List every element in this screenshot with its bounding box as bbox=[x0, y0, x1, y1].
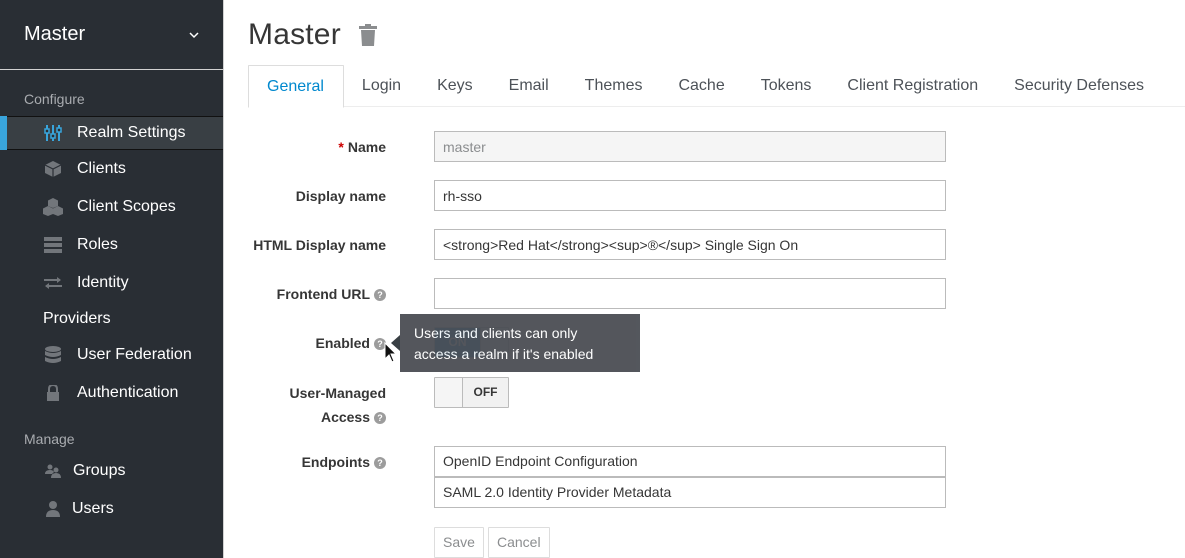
form-row-endpoints: Endpoints? bbox=[248, 446, 386, 477]
help-icon[interactable]: ? bbox=[374, 456, 386, 469]
endpoints-label: Endpoints? bbox=[248, 450, 386, 474]
tab-client-registration[interactable]: Client Registration bbox=[829, 65, 996, 107]
sidebar-item-user-federation[interactable]: User Federation bbox=[0, 336, 223, 374]
display-name-label: Display name bbox=[295, 187, 386, 204]
form-row-enabled: Enabled? bbox=[248, 327, 386, 358]
tab-tokens[interactable]: Tokens bbox=[743, 65, 830, 107]
openid-endpoint-link[interactable]: OpenID Endpoint Configuration bbox=[434, 446, 946, 477]
display-name-field[interactable] bbox=[434, 180, 946, 211]
name-field[interactable] bbox=[434, 131, 946, 162]
endpoints-label-text: Endpoints bbox=[301, 453, 370, 470]
uma-label-line1: User-Managed bbox=[289, 385, 386, 401]
save-button[interactable]: Save bbox=[434, 527, 484, 558]
form-row-html-display-name: HTML Display name bbox=[248, 229, 386, 260]
tab-security-defenses[interactable]: Security Defenses bbox=[996, 65, 1162, 107]
tab-login[interactable]: Login bbox=[344, 65, 419, 107]
sidebar-item-label: Identity bbox=[77, 274, 129, 291]
users-icon bbox=[43, 463, 63, 479]
sidebar-item-authentication[interactable]: Authentication bbox=[0, 374, 223, 412]
tab-cache[interactable]: Cache bbox=[660, 65, 742, 107]
sidebar-item-label: Providers bbox=[43, 310, 111, 327]
sliders-icon bbox=[43, 125, 63, 141]
tooltip-line-1: Users and clients can only bbox=[414, 325, 578, 341]
help-icon[interactable]: ? bbox=[374, 412, 386, 425]
cube-icon bbox=[43, 161, 63, 177]
sidebar-item-client-scopes[interactable]: Client Scopes bbox=[0, 188, 223, 226]
frontend-url-label-text: Frontend URL bbox=[276, 285, 370, 302]
sidebar-item-label: Realm Settings bbox=[77, 124, 186, 141]
sidebar-item-identity-providers[interactable]: Identity bbox=[0, 264, 223, 302]
sidebar-item-label: Client Scopes bbox=[77, 198, 176, 215]
realm-name: Master bbox=[24, 23, 86, 45]
delete-realm-button[interactable] bbox=[358, 23, 379, 47]
user-managed-access-label: User-Managed Access? bbox=[248, 381, 386, 429]
exchange-icon bbox=[43, 275, 63, 291]
sidebar-item-users[interactable]: Users bbox=[0, 490, 223, 528]
toggle-knob bbox=[435, 378, 463, 407]
realm-tabs: General Login Keys Email Themes Cache To… bbox=[248, 65, 1185, 108]
cubes-icon bbox=[43, 198, 63, 216]
section-title-configure: Configure bbox=[24, 91, 85, 107]
sidebar-item-identity-providers-line2[interactable]: Providers bbox=[0, 302, 223, 336]
frontend-url-label: Frontend URL? bbox=[248, 282, 386, 306]
mouse-cursor-icon bbox=[384, 342, 398, 363]
manage-nav: Groups Users bbox=[0, 452, 223, 528]
user-managed-access-toggle[interactable]: OFF bbox=[434, 377, 509, 408]
tab-general[interactable]: General bbox=[248, 65, 344, 108]
sidebar-item-groups[interactable]: Groups bbox=[0, 452, 223, 490]
tooltip-line-2: access a realm if it's enabled bbox=[414, 346, 594, 362]
database-icon bbox=[43, 346, 63, 363]
sidebar: Master Configure Realm Settings Clients … bbox=[0, 0, 223, 558]
html-display-name-field[interactable] bbox=[434, 229, 946, 260]
sidebar-item-label: User Federation bbox=[77, 346, 192, 363]
tab-keys[interactable]: Keys bbox=[419, 65, 491, 107]
html-display-name-label: HTML Display name bbox=[253, 236, 386, 253]
frontend-url-field[interactable] bbox=[434, 278, 946, 309]
name-label: * Name bbox=[248, 135, 386, 159]
form-row-user-managed-access: User-Managed Access? bbox=[248, 381, 386, 429]
enabled-label: Enabled? bbox=[248, 331, 386, 355]
user-icon bbox=[43, 501, 63, 517]
sidebar-item-clients[interactable]: Clients bbox=[0, 150, 223, 188]
sidebar-item-label: Clients bbox=[77, 160, 126, 177]
cancel-button[interactable]: Cancel bbox=[488, 527, 550, 558]
form-row-display-name: Display name bbox=[248, 180, 386, 211]
tab-themes[interactable]: Themes bbox=[567, 65, 661, 107]
configure-nav: Realm Settings Clients Client Scopes Rol… bbox=[0, 116, 223, 412]
page-header: Master bbox=[248, 18, 379, 52]
form-row-name: * Name bbox=[248, 131, 386, 162]
sidebar-item-label: Authentication bbox=[77, 384, 179, 401]
server-icon bbox=[43, 237, 63, 253]
trash-icon bbox=[358, 24, 377, 46]
page-title: Master bbox=[248, 18, 341, 51]
lock-icon bbox=[43, 385, 63, 401]
toggle-state: OFF bbox=[463, 378, 508, 407]
tab-email[interactable]: Email bbox=[491, 65, 567, 107]
realm-selector[interactable]: Master bbox=[0, 0, 223, 70]
section-title-manage: Manage bbox=[24, 431, 75, 447]
sidebar-item-label: Users bbox=[72, 500, 114, 517]
main-content: Master General Login Keys Email Themes C… bbox=[224, 0, 1185, 558]
chevron-down-icon bbox=[189, 31, 199, 38]
sidebar-item-realm-settings[interactable]: Realm Settings bbox=[0, 116, 223, 150]
sidebar-item-label: Groups bbox=[73, 462, 126, 479]
sidebar-item-label: Roles bbox=[77, 236, 118, 253]
enabled-label-text: Enabled bbox=[315, 334, 370, 351]
form-row-frontend-url: Frontend URL? bbox=[248, 278, 386, 309]
saml-endpoint-link[interactable]: SAML 2.0 Identity Provider Metadata bbox=[434, 477, 946, 508]
uma-label-line2: Access bbox=[320, 409, 370, 425]
enabled-help-tooltip: Users and clients can only access a real… bbox=[400, 314, 640, 372]
name-label-text: Name bbox=[347, 138, 386, 155]
required-indicator: * bbox=[338, 138, 344, 155]
sidebar-item-roles[interactable]: Roles bbox=[0, 226, 223, 264]
help-icon[interactable]: ? bbox=[374, 288, 386, 301]
